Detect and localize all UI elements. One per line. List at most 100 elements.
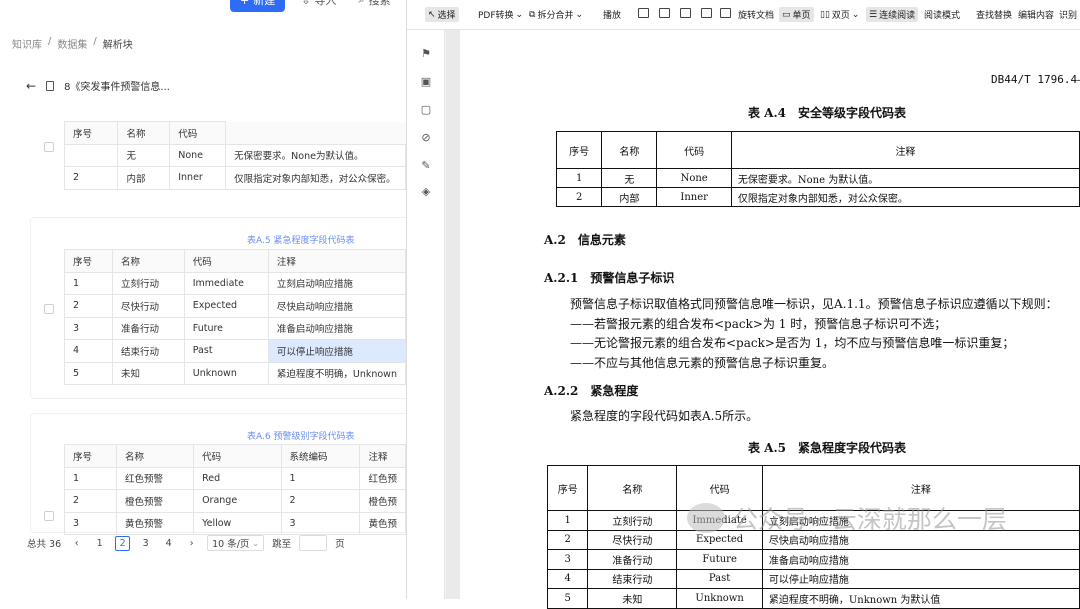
rotate-icon[interactable] xyxy=(720,8,731,18)
next-page-icon[interactable]: › xyxy=(184,536,199,551)
page-1[interactable]: 1 xyxy=(92,536,107,551)
pagination: 总共 36 ‹ 1 2 3 4 › 10 条/页 ⌄ 跳至 页 xyxy=(27,535,345,551)
import-icon: ⇩ xyxy=(301,0,311,7)
viewer-toolbar: ↖ 选择 PDF转换 ⌄ ⧉ 拆分合并 ⌄ 播放 旋转文档 ▭ 单页 ▯▯ 双页 ⌄ ☰ 连续阅… xyxy=(407,0,1080,30)
table-row: 3 黄色预警 Yellow 3 黄色预 xyxy=(64,511,406,535)
table-row: 1 红色预警 Red 1 红色预 xyxy=(64,466,406,490)
file-icon xyxy=(46,80,55,91)
section-a21-title: A.2.1 预警信息子标识 xyxy=(544,271,675,285)
select-tool[interactable]: ↖ 选择 xyxy=(425,7,459,22)
reading-mode-button[interactable]: 阅读模式 xyxy=(924,8,960,21)
attachment-icon[interactable]: ⊘ xyxy=(420,132,432,144)
breadcrumb-dataset[interactable]: 数据集 xyxy=(57,36,87,51)
table-row: 4 结束行动 Past 可以停止响应措施 xyxy=(63,339,406,363)
table-row: 5 未知 Unknown 紧迫程度不明确，Unknown 为默认值 xyxy=(546,588,1080,609)
continuous-read-button[interactable]: ☰ 连续阅读 xyxy=(866,7,919,22)
chunk-table-warning-level: 序号 名称 代码 系统编码 注释 1 红色预警 Red 1 红色预 2 橙色预警 Orang… xyxy=(64,444,406,535)
layers-icon[interactable]: ◈ xyxy=(420,186,432,198)
highlighted-cell[interactable]: 可以停止响应措施 xyxy=(267,339,406,363)
actual-size-icon[interactable] xyxy=(701,8,712,18)
table-header-row: 序号 名称 代码 注释 xyxy=(555,131,1080,169)
prev-page-icon[interactable]: ‹ xyxy=(69,536,84,551)
edit-content-button[interactable]: 编辑内容 xyxy=(1018,8,1054,21)
rotate-doc-button[interactable]: 旋转文档 xyxy=(738,8,774,21)
page-3[interactable]: 3 xyxy=(138,536,153,551)
thumbnail-icon[interactable]: ▣ xyxy=(420,76,432,88)
bookmark-icon[interactable]: ⚑ xyxy=(420,48,432,60)
chunk-table-urgency: 序号 名称 代码 注释 1 立刻行动 Immediate 立刻启动响应措施 2 尽快行动… xyxy=(63,249,406,385)
page-unit: 页 xyxy=(335,539,345,550)
chunk-table-security: 序号 名称 代码 无 None 无保密要求。None为默认值。 2 内部 Inn… xyxy=(63,121,406,190)
pdf-convert-menu[interactable]: PDF转换 ⌄ xyxy=(478,8,524,22)
pdf-viewer: ↖ 选择 PDF转换 ⌄ ⧉ 拆分合并 ⌄ 播放 旋转文档 ▭ 单页 ▯▯ 双页 ⌄ ☰ 连续阅… xyxy=(407,0,1080,609)
comment-icon[interactable]: ▢ xyxy=(420,104,432,116)
find-replace-button[interactable]: 查找替换 xyxy=(976,8,1012,21)
table-header-row: 序号 名称 代码 注释 xyxy=(63,249,406,273)
table-row: 3 准备行动 Future 准备启动响应措施 xyxy=(546,549,1080,570)
page-gutter xyxy=(446,30,460,599)
single-page-button[interactable]: ▭ 单页 xyxy=(779,7,814,22)
table-row: 1 无 None 无保密要求。None 为默认值。 xyxy=(555,168,1080,188)
total-count: 总共 36 xyxy=(27,539,62,550)
viewer-sidebar: ⚑ ▣ ▢ ⊘ ✎ ◈ xyxy=(407,30,445,599)
chunk-checkbox[interactable] xyxy=(44,142,54,152)
split-icon: ⧉ xyxy=(529,9,536,20)
search-button[interactable]: ⌕搜索 xyxy=(352,0,396,12)
table-caption: 表 A.4 安全等级字段代码表 xyxy=(748,106,907,120)
table-header-row: 序号 名称 代码 xyxy=(63,121,406,145)
doc-title-row: ← 8《突发事件预警信息... xyxy=(26,78,170,94)
play-button[interactable]: 播放 xyxy=(603,8,621,21)
back-arrow-icon[interactable]: ← xyxy=(26,79,36,93)
single-page-icon: ▭ xyxy=(782,9,791,20)
crop-icon[interactable] xyxy=(638,8,649,18)
table-row: 3 准备行动 Future 准备启动响应措施 xyxy=(63,316,406,340)
section-a2-title: A.2 信息元素 xyxy=(544,233,626,247)
page-4[interactable]: 4 xyxy=(161,536,176,551)
table-row: 1立刻行动Immediate立刻启动响应措施 xyxy=(63,271,406,295)
search-icon: ⌕ xyxy=(358,0,364,7)
section-a22-text: 紧急程度的字段代码如表A.5所示。 xyxy=(570,409,759,423)
table-row: 2 尽快行动 Expected 尽快启动响应措施 xyxy=(63,294,406,318)
chevron-down-icon: ⌄ xyxy=(515,9,524,20)
table-header-row: 序号 名称 代码 系统编码 注释 xyxy=(64,444,406,468)
chunk-checkbox[interactable] xyxy=(44,304,54,314)
table-caption: 表 A.5 紧急程度字段代码表 xyxy=(748,441,907,455)
double-page-button[interactable]: ▯▯ 双页 ⌄ xyxy=(820,8,860,22)
page-header: DB44/T 1796.4— xyxy=(991,73,1080,86)
doc-title: 8《突发事件预警信息... xyxy=(64,82,170,93)
ocr-button[interactable]: 识别 xyxy=(1059,8,1077,21)
breadcrumb-knowledge-base[interactable]: 知识库 xyxy=(12,36,42,51)
breadcrumb-chunks: 解析块 xyxy=(102,40,133,51)
chevron-down-icon: ⌄ xyxy=(252,538,260,548)
continuous-icon: ☰ xyxy=(869,9,878,20)
wechat-logo-icon xyxy=(687,503,725,533)
table-row: 2 橙色预警 Orange 2 橙色预 xyxy=(64,489,406,513)
double-page-icon: ▯▯ xyxy=(820,9,830,20)
chunk-panel: +新建 ⇩导入 ⌕搜索 知识库/ 数据集/ 解析块 ← 8《突发事件预警信息..… xyxy=(0,0,407,599)
chevron-down-icon: ⌄ xyxy=(575,9,583,20)
top-actions: +新建 ⇩导入 ⌕搜索 xyxy=(230,0,397,12)
section-a21-text: 预警信息子标识取值格式同预警信息唯一标识，见A.1.1。预警信息子标识应遵循以下… xyxy=(570,297,1058,370)
new-button[interactable]: + 新建 xyxy=(230,0,286,12)
page-size-select[interactable]: 10 条/页 ⌄ xyxy=(207,535,265,551)
cursor-icon: ↖ xyxy=(428,9,436,20)
signature-icon[interactable]: ✎ xyxy=(420,160,432,172)
table-a4: 序号 名称 代码 注释 1 无 None 无保密要求。None 为默认值。 2 内部 In… xyxy=(555,131,1080,207)
fit-page-icon[interactable] xyxy=(659,8,670,18)
breadcrumb: 知识库 / 数据集 / 解析块 xyxy=(12,36,133,51)
chevron-down-icon: ⌄ xyxy=(851,9,860,20)
table-row: 4 结束行动 Past 可以停止响应措施 xyxy=(546,568,1080,589)
import-button[interactable]: ⇩ 导入 xyxy=(295,0,342,12)
fit-width-icon[interactable] xyxy=(680,8,691,18)
split-merge-menu[interactable]: ⧉ 拆分合并 ⌄ xyxy=(529,8,583,22)
watermark: 公众号 · 云深就那么一层 xyxy=(687,500,1007,536)
section-a22-title: A.2.2 紧急程度 xyxy=(544,384,639,398)
jump-input[interactable] xyxy=(299,535,328,551)
plus-icon: + xyxy=(240,0,250,7)
table-row: 2 内部 Inner 仅限指定对象内部知悉，对公众保密。 xyxy=(555,187,1080,207)
chunk-checkbox[interactable] xyxy=(44,511,54,521)
table-row: 无 None 无保密要求。None为默认值。 xyxy=(63,143,406,167)
table-row: 5 未知 Unknown 紧迫程度不明确，Unknown xyxy=(63,361,406,385)
page-2[interactable]: 2 xyxy=(115,535,131,551)
table-row: 2 内部 Inner 仅限指定对象内部知悉，对公众保密。 xyxy=(63,166,406,190)
